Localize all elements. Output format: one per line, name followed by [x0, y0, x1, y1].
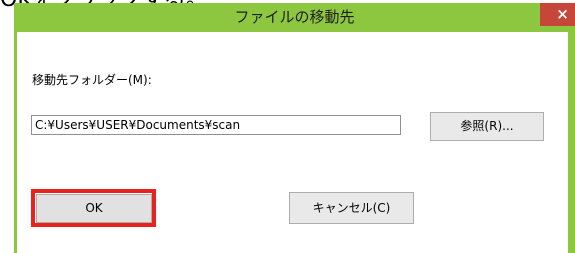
destination-folder-input[interactable]: C:¥Users¥USER¥Documents¥scan [31, 115, 401, 135]
dialog-title: ファイルの移動先 [234, 8, 355, 26]
page: OKをクリックする。 ファイルの移動先 × 移動先フォルダー(M): C:¥Us… [0, 0, 575, 253]
destination-folder-label: 移動先フォルダー(M): [32, 73, 152, 87]
title-bar: ファイルの移動先 × [14, 3, 575, 32]
move-destination-dialog: ファイルの移動先 × 移動先フォルダー(M): C:¥Users¥USER¥Do… [0, 3, 575, 253]
window-frame-right [568, 32, 575, 253]
close-icon: × [556, 5, 569, 23]
dialog-client-area: 移動先フォルダー(M): C:¥Users¥USER¥Documents¥sca… [17, 32, 568, 253]
browse-button[interactable]: 参照(R)... [430, 112, 544, 141]
ok-button-highlight [31, 189, 156, 227]
close-button[interactable]: × [540, 3, 575, 26]
cancel-button[interactable]: キャンセル(C) [289, 192, 414, 224]
